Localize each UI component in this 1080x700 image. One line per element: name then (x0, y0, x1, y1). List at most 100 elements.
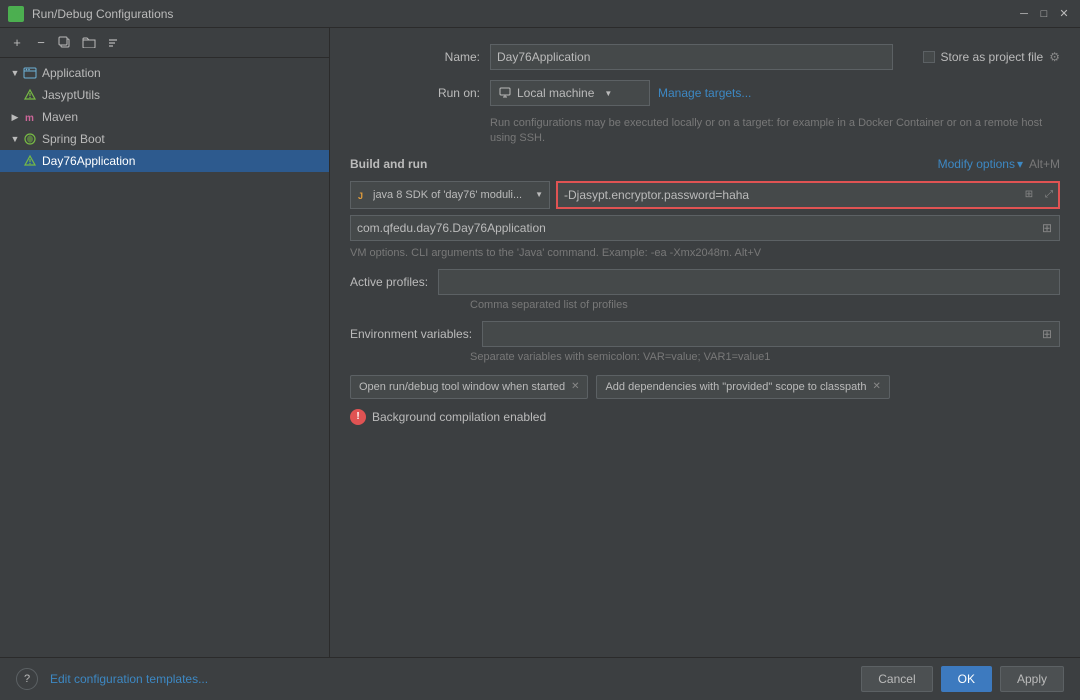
sidebar-item-maven[interactable]: ▶ m Maven (0, 106, 329, 128)
env-vars-row: Environment variables: ⊞ (350, 321, 1060, 347)
window-title: Run/Debug Configurations (32, 7, 173, 21)
edit-templates-link[interactable]: Edit configuration templates... (50, 672, 208, 686)
env-vars-container: ⊞ (482, 321, 1060, 347)
store-label: Store as project file (941, 50, 1044, 64)
tag-add-dependencies: Add dependencies with "provided" scope t… (596, 375, 889, 399)
help-button[interactable]: ? (16, 668, 38, 690)
store-gear-icon[interactable]: ⚙ (1049, 50, 1060, 64)
expand-button[interactable]: ⊞ (1020, 186, 1038, 204)
sidebar-toolbar: + − (0, 28, 329, 58)
env-vars-action[interactable]: ⊞ (1036, 323, 1058, 345)
minimize-button[interactable]: ─ (1016, 6, 1032, 22)
maven-label: Maven (42, 110, 78, 124)
close-button[interactable]: ✕ (1056, 6, 1072, 22)
title-bar-left: Run/Debug Configurations (8, 6, 173, 22)
run-on-row: Run on: Local machine ▼ (350, 80, 1060, 106)
warning-row: ! Background compilation enabled (350, 409, 1060, 425)
sdk-dropdown[interactable]: J java 8 SDK of 'day76' moduli... ▼ (350, 181, 550, 209)
main-class-input[interactable] (350, 215, 1060, 241)
tag-open-tool-window-close[interactable]: ✕ (571, 381, 579, 392)
springboot-label: Spring Boot (42, 132, 105, 146)
warning-text: Background compilation enabled (372, 410, 546, 424)
store-project-checkbox[interactable] (923, 51, 935, 63)
svg-text:J: J (358, 191, 363, 201)
jasyptutils-label: JasyptUtils (42, 88, 100, 102)
modify-options-label: Modify options (938, 157, 1015, 171)
env-vars-label: Environment variables: (350, 327, 472, 341)
vm-options-actions: ⊞ ⤢ (1020, 186, 1058, 204)
maximize-button[interactable]: □ (1036, 6, 1052, 22)
day76application-icon (22, 153, 38, 169)
env-hint: Separate variables with semicolon: VAR=v… (470, 351, 1060, 363)
sdk-label: java 8 SDK of 'day76' moduli... (373, 189, 531, 201)
sidebar-item-springboot[interactable]: ▼ Spring Boot (0, 128, 329, 150)
day76application-label: Day76Application (42, 154, 135, 168)
cancel-button[interactable]: Cancel (861, 666, 932, 692)
sidebar-tree: ▼ Application (0, 58, 329, 657)
title-bar: Run/Debug Configurations ─ □ ✕ (0, 0, 1080, 28)
folder-config-button[interactable] (78, 32, 100, 54)
tag-add-dependencies-label: Add dependencies with "provided" scope t… (605, 381, 866, 393)
run-on-container: Local machine ▼ Manage targets... (490, 80, 1060, 106)
name-row: Name: Store as project file ⚙ (350, 44, 1060, 70)
active-profiles-input[interactable] (438, 269, 1060, 295)
main-class-row: ⊞ (350, 215, 1060, 241)
fullscreen-button[interactable]: ⤢ (1040, 186, 1058, 204)
tag-open-tool-window: Open run/debug tool window when started … (350, 375, 588, 399)
local-machine-dropdown[interactable]: Local machine ▼ (490, 80, 650, 106)
sort-config-button[interactable] (102, 32, 124, 54)
main-class-action[interactable]: ⊞ (1036, 217, 1058, 239)
sdk-chevron: ▼ (535, 190, 543, 199)
modify-options-button[interactable]: Modify options ▾ Alt+M (938, 157, 1060, 171)
name-label: Name: (350, 50, 480, 64)
dropdown-arrow: ▼ (604, 89, 612, 98)
name-input[interactable] (490, 44, 893, 70)
build-run-title: Build and run (350, 157, 427, 171)
profiles-hint: Comma separated list of profiles (470, 299, 1060, 311)
jasyptutils-icon (22, 87, 38, 103)
tags-row: Open run/debug tool window when started … (350, 375, 1060, 399)
run-debug-window: Run/Debug Configurations ─ □ ✕ + − (0, 0, 1080, 700)
maven-icon: m (22, 109, 38, 125)
vm-hint: VM options. CLI arguments to the 'Java' … (350, 247, 1060, 259)
local-machine-label: Local machine (517, 86, 594, 100)
main-layout: + − (0, 28, 1080, 700)
tag-open-tool-window-label: Open run/debug tool window when started (359, 381, 565, 393)
manage-targets-link[interactable]: Manage targets... (658, 86, 751, 100)
run-on-label: Run on: (350, 86, 480, 100)
config-content: Name: Store as project file ⚙ (330, 28, 1080, 451)
active-profiles-label: Active profiles: (350, 275, 428, 289)
modify-options-shortcut: Alt+M (1029, 157, 1060, 171)
ok-button[interactable]: OK (941, 666, 992, 692)
maven-expand-arrow[interactable]: ▶ (8, 110, 22, 124)
env-vars-input[interactable] (482, 321, 1060, 347)
vm-options-input[interactable] (556, 181, 1060, 209)
application-expand-arrow[interactable]: ▼ (8, 66, 22, 80)
right-panel: Name: Store as project file ⚙ (330, 28, 1080, 657)
name-row-right: Store as project file ⚙ (490, 44, 1060, 70)
remove-config-button[interactable]: − (30, 32, 52, 54)
active-profiles-row: Active profiles: (350, 269, 1060, 295)
svg-text:m: m (25, 113, 34, 124)
tag-add-dependencies-close[interactable]: ✕ (872, 381, 880, 392)
add-config-button[interactable]: + (6, 32, 28, 54)
application-icon (22, 65, 38, 81)
store-checkbox-row: Store as project file ⚙ (923, 50, 1060, 64)
window-icon (8, 6, 24, 22)
copy-config-button[interactable] (54, 32, 76, 54)
java-icon: J (357, 189, 369, 201)
vm-options-container: ⊞ ⤢ (556, 181, 1060, 209)
sidebar-item-day76application[interactable]: Day76Application (0, 150, 329, 172)
bottom-panel: ? Edit configuration templates... Cancel… (0, 657, 1080, 700)
build-run-header: Build and run Modify options ▾ Alt+M (350, 157, 1060, 171)
sidebar-item-jasyptutils[interactable]: JasyptUtils (0, 84, 329, 106)
apply-button[interactable]: Apply (1000, 666, 1064, 692)
application-label: Application (42, 66, 101, 80)
hint-text: Run configurations may be executed local… (490, 116, 1060, 147)
springboot-icon (22, 131, 38, 147)
springboot-expand-arrow[interactable]: ▼ (8, 132, 22, 146)
sidebar-item-application[interactable]: ▼ Application (0, 62, 329, 84)
window-controls: ─ □ ✕ (1016, 6, 1072, 22)
warning-icon: ! (350, 409, 366, 425)
sdk-vm-row: J java 8 SDK of 'day76' moduli... ▼ ⊞ ⤢ (350, 181, 1060, 209)
